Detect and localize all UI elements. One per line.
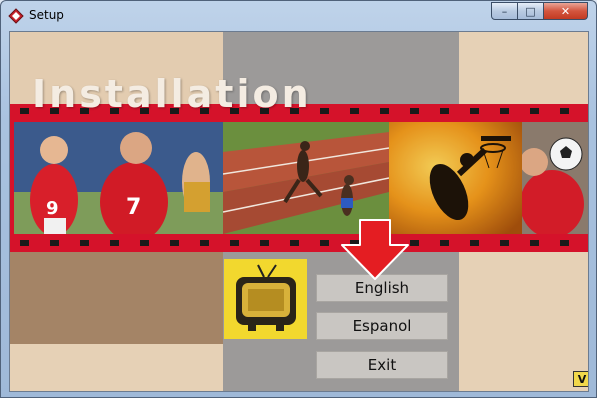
svg-text:9: 9 [46,198,59,219]
photo-sprinters-on-track [223,122,389,234]
film-strip-banner: 7 9 [10,104,588,252]
minimize-button[interactable]: – [491,2,518,20]
espanol-button[interactable]: Espanol [316,312,448,340]
installation-heading: Installation [32,72,312,116]
title-bar[interactable]: Setup – □ ✕ [1,1,596,31]
red-down-arrow-icon [341,219,409,280]
installer-canvas: 7 9 Installation English Espanol Exit V [9,31,589,392]
brown-panel [10,252,223,344]
window-title: Setup [29,8,64,22]
setup-diamond-icon [8,8,24,24]
close-button[interactable]: ✕ [544,2,588,20]
exit-button[interactable]: Exit [316,351,448,379]
v-logo-icon: V [573,371,588,387]
yellow-tv-icon [224,259,307,339]
maximize-button[interactable]: □ [518,2,544,20]
photo-soccer-player-with-ball [522,122,588,234]
photo-soccer-players: 7 9 [14,122,223,234]
setup-window: Setup – □ ✕ 7 9 Installation English Esp… [0,0,597,398]
photo-basketball-dunk [389,122,522,234]
film-perforations-bottom [10,240,588,248]
svg-text:7: 7 [126,195,141,220]
